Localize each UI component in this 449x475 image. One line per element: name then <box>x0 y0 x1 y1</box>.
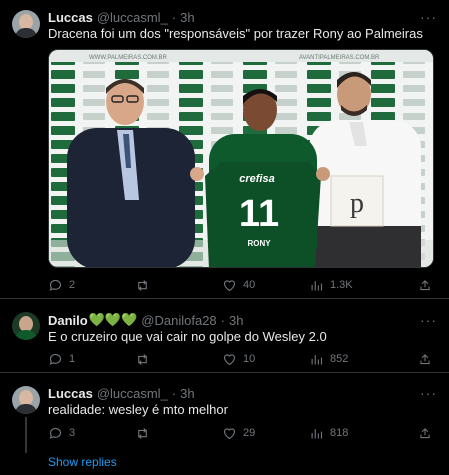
tweet-actions: 2 40 1.3K <box>48 277 438 293</box>
tweet-header: Danilo 💚💚💚 @Danilofa28 · 3h <box>48 312 244 328</box>
like-button[interactable]: 10 <box>222 351 309 367</box>
share-icon <box>420 353 430 364</box>
share-button[interactable] <box>418 351 438 367</box>
reply-icon <box>49 353 61 365</box>
like-count: 40 <box>243 279 256 291</box>
views-button[interactable]: 818 <box>309 425 396 441</box>
reply-icon <box>49 427 61 439</box>
view-count: 818 <box>330 427 349 439</box>
more-options-icon[interactable]: ··· <box>420 385 437 401</box>
avatar[interactable] <box>12 386 40 414</box>
backdrop-url: AVANTIPALMEIRAS.COM.BR <box>299 55 380 61</box>
tweet-actions: 3 29 818 <box>48 425 438 441</box>
heart-icon <box>223 427 236 439</box>
like-button[interactable]: 40 <box>222 277 309 293</box>
photo-rony-presentation: WWW.PALMEIRAS.COM.BR AVANTIPALMEIRAS.COM… <box>49 50 433 267</box>
tweet-3[interactable]: Luccas @luccasml_ · 3h ··· realidade: we… <box>0 374 449 453</box>
views-button[interactable]: 852 <box>309 351 396 367</box>
view-count: 852 <box>330 353 349 365</box>
share-button[interactable] <box>418 425 438 441</box>
backdrop-url: WWW.PALMEIRAS.COM.BR <box>89 55 168 61</box>
heart-icon <box>223 353 236 365</box>
author-name[interactable]: Danilo <box>48 313 88 328</box>
sign-letter: p <box>350 188 364 219</box>
reply-icon <box>49 279 61 291</box>
heart-icon <box>223 279 236 291</box>
retweet-icon <box>138 279 147 291</box>
views-button[interactable]: 1.3K <box>309 277 396 293</box>
show-replies-link[interactable]: Show replies <box>48 455 117 469</box>
more-options-icon[interactable]: ··· <box>420 9 437 25</box>
author-name[interactable]: Luccas <box>48 386 93 401</box>
palmeiras-sign: p <box>330 175 384 227</box>
tweet-2[interactable]: Danilo 💚💚💚 @Danilofa28 · 3h ··· E o cruz… <box>0 300 449 373</box>
tweet-1[interactable]: Luccas @luccasml_ · 3h ··· Dracena foi u… <box>0 0 449 299</box>
view-count: 1.3K <box>330 279 353 291</box>
green-heart-emojis: 💚💚💚 <box>88 312 138 327</box>
thread-line <box>25 417 27 453</box>
author-handle[interactable]: @luccasml_ <box>97 10 168 25</box>
jersey-number: 11 <box>239 193 279 235</box>
timestamp[interactable]: 3h <box>229 313 243 328</box>
jersey-name: RONY <box>247 239 271 248</box>
retweet-icon <box>138 427 147 439</box>
reply-button[interactable]: 2 <box>48 277 135 293</box>
retweet-button[interactable] <box>135 351 222 367</box>
more-options-icon[interactable]: ··· <box>420 312 437 328</box>
share-button[interactable] <box>418 277 438 293</box>
views-chart-icon <box>311 354 323 364</box>
reply-count: 2 <box>69 279 76 291</box>
tweet-text: realidade: wesley é mto melhor <box>48 402 228 417</box>
share-icon <box>420 279 430 290</box>
author-name[interactable]: Luccas <box>48 10 93 25</box>
retweet-button[interactable] <box>135 425 222 441</box>
share-icon <box>420 427 430 438</box>
author-handle[interactable]: @luccasml_ <box>97 386 168 401</box>
views-chart-icon <box>311 280 323 290</box>
views-chart-icon <box>311 428 323 438</box>
like-count: 29 <box>243 427 256 439</box>
like-button[interactable]: 29 <box>222 425 309 441</box>
jersey-sponsor: crefisa <box>239 173 274 185</box>
reply-button[interactable]: 3 <box>48 425 135 441</box>
tweet-actions: 1 10 852 <box>48 351 438 367</box>
tweet-photo[interactable]: WWW.PALMEIRAS.COM.BR AVANTIPALMEIRAS.COM… <box>48 49 434 268</box>
retweet-button[interactable] <box>135 277 222 293</box>
tweet-header: Luccas @luccasml_ · 3h <box>48 9 195 25</box>
reply-count: 1 <box>69 353 76 365</box>
timestamp[interactable]: 3h <box>180 386 194 401</box>
avatar[interactable] <box>12 312 40 340</box>
tweet-header: Luccas @luccasml_ · 3h <box>48 385 195 401</box>
like-count: 10 <box>243 353 256 365</box>
jersey: crefisa 11 RONY <box>190 162 330 267</box>
tweet-text: Dracena foi um dos "responsáveis" por tr… <box>48 26 423 41</box>
avatar[interactable] <box>12 10 40 38</box>
reply-button[interactable]: 1 <box>48 351 135 367</box>
reply-count: 3 <box>69 427 76 439</box>
retweet-icon <box>138 353 147 365</box>
author-handle[interactable]: @Danilofa28 <box>141 313 216 328</box>
tweet-text: E o cruzeiro que vai cair no golpe do We… <box>48 329 327 344</box>
timestamp[interactable]: 3h <box>180 10 194 25</box>
